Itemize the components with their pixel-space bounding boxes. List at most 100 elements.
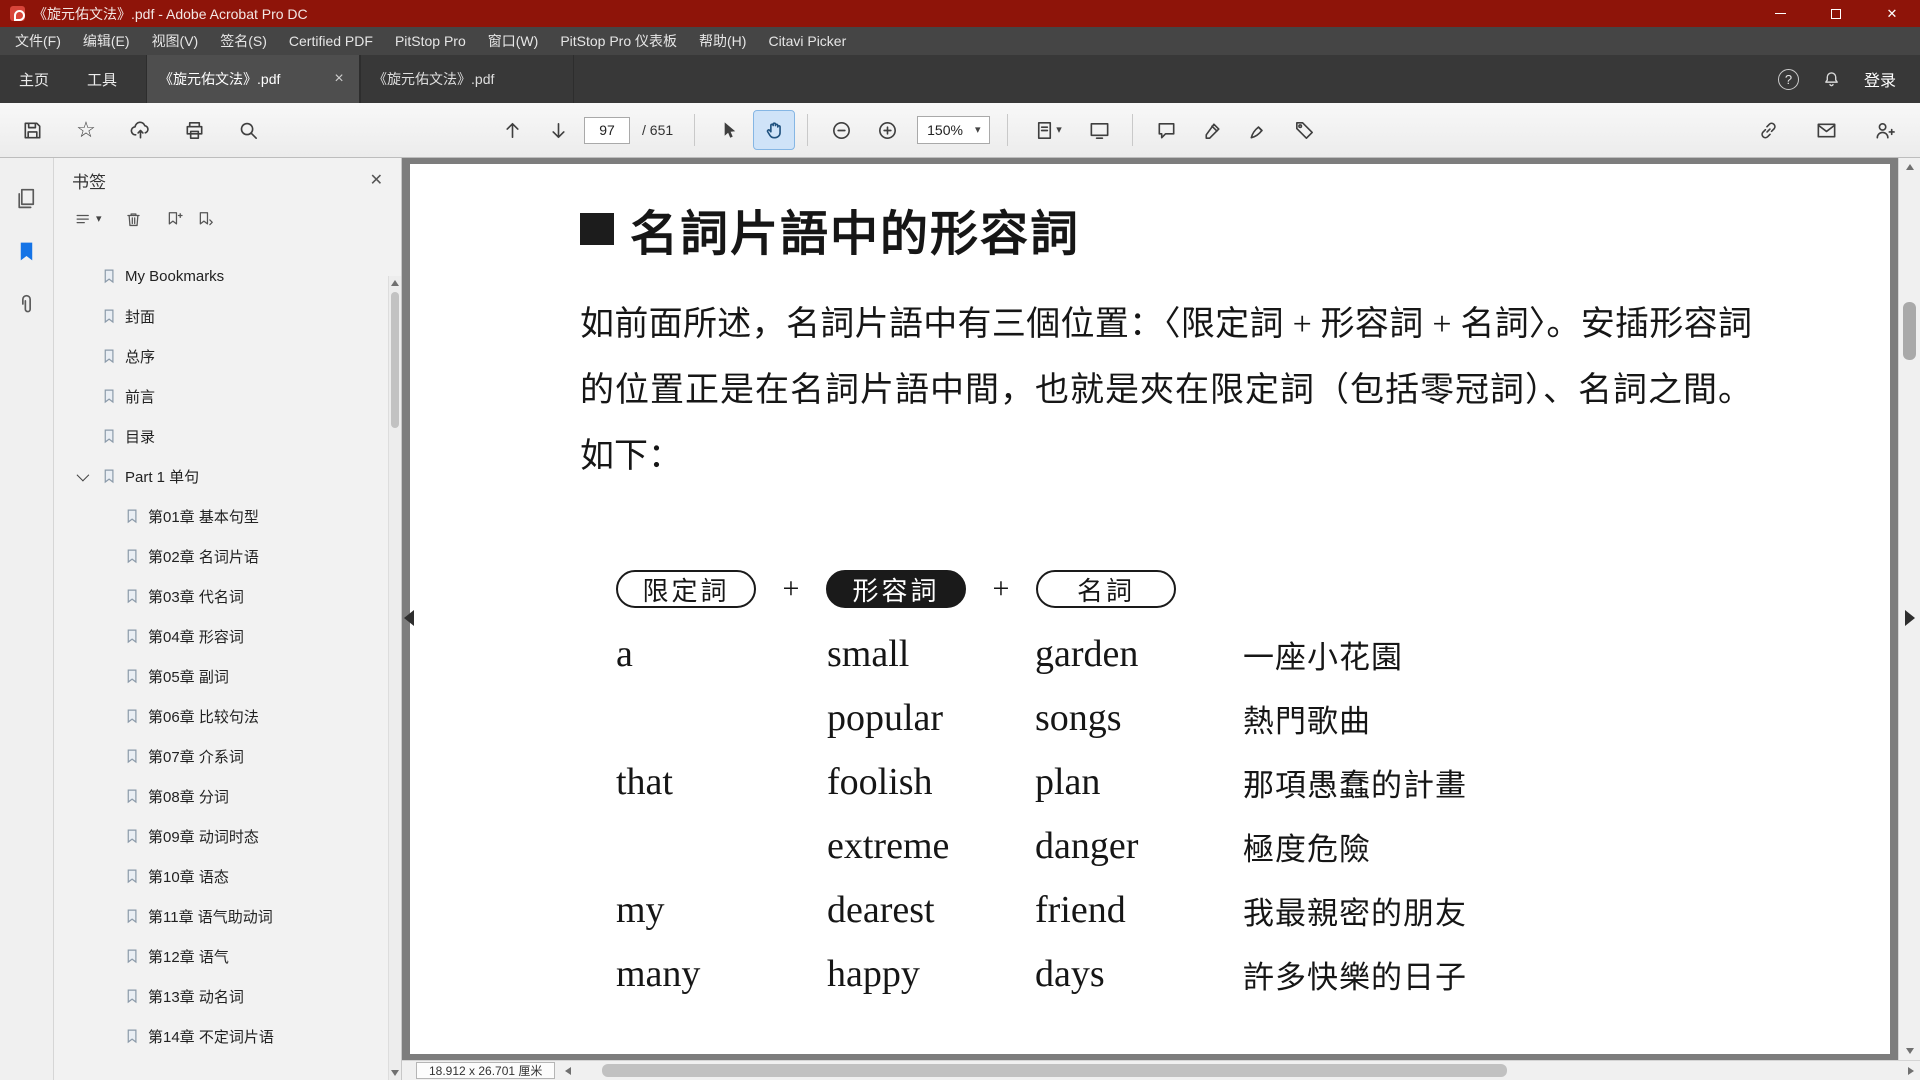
select-tool-button[interactable]	[708, 111, 748, 149]
maximize-button[interactable]	[1808, 0, 1864, 27]
find-button[interactable]	[228, 111, 268, 149]
collapse-panel-handle[interactable]	[404, 610, 414, 626]
horizontal-scrollbar-thumb[interactable]	[602, 1064, 1507, 1077]
menu-item[interactable]: 窗口(W)	[477, 27, 550, 55]
expand-bookmarks-button[interactable]	[196, 210, 215, 229]
menu-item[interactable]: 编辑(E)	[72, 27, 141, 55]
cloud-upload-button[interactable]	[120, 111, 160, 149]
menu-item[interactable]: PitStop Pro 仪表板	[549, 27, 688, 55]
document-tab[interactable]: 《旋元佑文法》.pdf	[360, 55, 575, 103]
tab-tools[interactable]: 工具	[68, 55, 136, 103]
bookmark-label: 前言	[125, 388, 156, 406]
bookmark-item[interactable]: 前言	[54, 376, 401, 416]
bookmark-item[interactable]: 第13章 动名词	[54, 976, 401, 1016]
navbar: 主页 工具 《旋元佑文法》.pdf × 《旋元佑文法》.pdf ? 登录	[0, 55, 1920, 103]
bookmark-icon	[124, 668, 141, 685]
panel-scrollbar[interactable]	[388, 276, 401, 1080]
menu-item[interactable]: PitStop Pro	[384, 27, 477, 55]
page-fit-control[interactable]: ▾	[1021, 111, 1073, 149]
save-button[interactable]	[12, 111, 52, 149]
collapse-right-handle[interactable]	[1905, 610, 1915, 626]
email-button[interactable]	[1806, 111, 1846, 149]
table-row: a small garden 一座小花園	[616, 622, 1850, 686]
share-link-button[interactable]	[1748, 111, 1788, 149]
person-add-icon	[1875, 122, 1895, 139]
highlight-button[interactable]	[1192, 111, 1232, 149]
hand-icon	[766, 121, 781, 139]
bookmark-item[interactable]: 第07章 介系词	[54, 736, 401, 776]
bookmark-item[interactable]: 第01章 基本句型	[54, 496, 401, 536]
bookmark-item[interactable]: 第03章 代名词	[54, 576, 401, 616]
menu-item[interactable]: 视图(V)	[141, 27, 210, 55]
scroll-up-arrow[interactable]	[1906, 164, 1914, 170]
table-row: that foolish plan 那項愚蠢的計畫	[616, 750, 1850, 814]
menu-item[interactable]: 文件(F)	[4, 27, 72, 55]
bookmark-item[interactable]: Part 1 单句	[54, 456, 401, 496]
close-button[interactable]: ✕	[1864, 0, 1920, 27]
bookmark-options-button[interactable]: ▾	[74, 210, 102, 229]
zoom-in-button[interactable]	[867, 111, 907, 149]
zoom-out-button[interactable]	[821, 111, 861, 149]
attachments-button[interactable]	[14, 292, 39, 317]
cell-translation: 那項愚蠢的計畫	[1243, 767, 1467, 803]
new-bookmark-button[interactable]	[165, 210, 184, 229]
bookmark-item[interactable]: 第09章 动词时态	[54, 816, 401, 856]
bookmark-label: 第07章 介系词	[148, 748, 244, 766]
bookmark-item[interactable]: 第05章 副词	[54, 656, 401, 696]
menu-item[interactable]: Citavi Picker	[757, 27, 857, 55]
scroll-right-arrow[interactable]	[1908, 1067, 1914, 1075]
document-tab[interactable]: 《旋元佑文法》.pdf ×	[146, 55, 361, 103]
bookmark-item[interactable]: 第12章 语气	[54, 936, 401, 976]
notifications-bell-icon[interactable]	[1821, 69, 1842, 90]
bookmark-item[interactable]: 第10章 语态	[54, 856, 401, 896]
sign-in-link[interactable]: 登录	[1864, 67, 1896, 91]
stamp-button[interactable]	[1284, 111, 1324, 149]
page-count-label: / 651	[642, 122, 674, 138]
panel-scrollbar-thumb[interactable]	[391, 292, 399, 428]
page-down-button[interactable]	[538, 111, 578, 149]
delete-bookmark-button[interactable]	[124, 210, 143, 229]
scroll-down-arrow[interactable]	[1906, 1048, 1914, 1054]
header-pill-noun: 名詞	[1036, 570, 1176, 608]
comment-button[interactable]	[1146, 111, 1186, 149]
pdf-page: 名詞片語中的形容詞 如前面所述，名詞片語中有三個位置：〈限定詞 + 形容詞 + …	[410, 164, 1890, 1054]
scroll-down-arrow[interactable]	[391, 1070, 399, 1076]
bookmark-item[interactable]: 第06章 比较句法	[54, 696, 401, 736]
vertical-scrollbar[interactable]	[1898, 158, 1920, 1060]
highlighter-icon	[1205, 122, 1220, 139]
bookmark-item[interactable]: 第11章 语气助动词	[54, 896, 401, 936]
page-thumbnails-button[interactable]	[14, 186, 39, 211]
hand-tool-button[interactable]	[753, 110, 796, 150]
help-icon[interactable]: ?	[1777, 68, 1799, 90]
tab-close-icon[interactable]: ×	[331, 70, 347, 88]
add-account-button[interactable]	[1864, 111, 1904, 149]
bookmark-item[interactable]: 第14章 不定词片语	[54, 1016, 401, 1056]
bookmarks-panel-button[interactable]	[14, 239, 39, 264]
page-number-input[interactable]	[584, 116, 630, 144]
minimize-button[interactable]	[1752, 0, 1808, 27]
scroll-left-arrow[interactable]	[565, 1066, 572, 1075]
sign-button[interactable]	[1238, 111, 1278, 149]
bookmark-item[interactable]: 总序	[54, 336, 401, 376]
print-button[interactable]	[174, 111, 214, 149]
menu-item[interactable]: Certified PDF	[278, 27, 384, 55]
menu-item[interactable]: 帮助(H)	[688, 27, 757, 55]
bookmark-item[interactable]: My Bookmarks	[54, 256, 401, 296]
panel-close-icon[interactable]: ✕	[370, 170, 383, 190]
vertical-scrollbar-thumb[interactable]	[1903, 302, 1916, 360]
bookmark-item[interactable]: 封面	[54, 296, 401, 336]
bookmark-item[interactable]: 第02章 名词片语	[54, 536, 401, 576]
tab-home[interactable]: 主页	[0, 55, 68, 103]
page-up-button[interactable]	[492, 111, 532, 149]
chevron-down-icon[interactable]	[74, 472, 94, 481]
bookmark-item[interactable]: 第08章 分词	[54, 776, 401, 816]
bookmark-icon	[101, 388, 118, 405]
favorites-button[interactable]: ☆	[66, 111, 106, 149]
bookmark-label: 第06章 比较句法	[148, 708, 259, 726]
menu-item[interactable]: 签名(S)	[209, 27, 278, 55]
scroll-up-arrow[interactable]	[391, 280, 399, 286]
bookmark-item[interactable]: 第04章 形容词	[54, 616, 401, 656]
zoom-level-control[interactable]: 150% ▾	[917, 116, 991, 144]
reading-mode-button[interactable]	[1079, 111, 1119, 149]
bookmark-item[interactable]: 目录	[54, 416, 401, 456]
